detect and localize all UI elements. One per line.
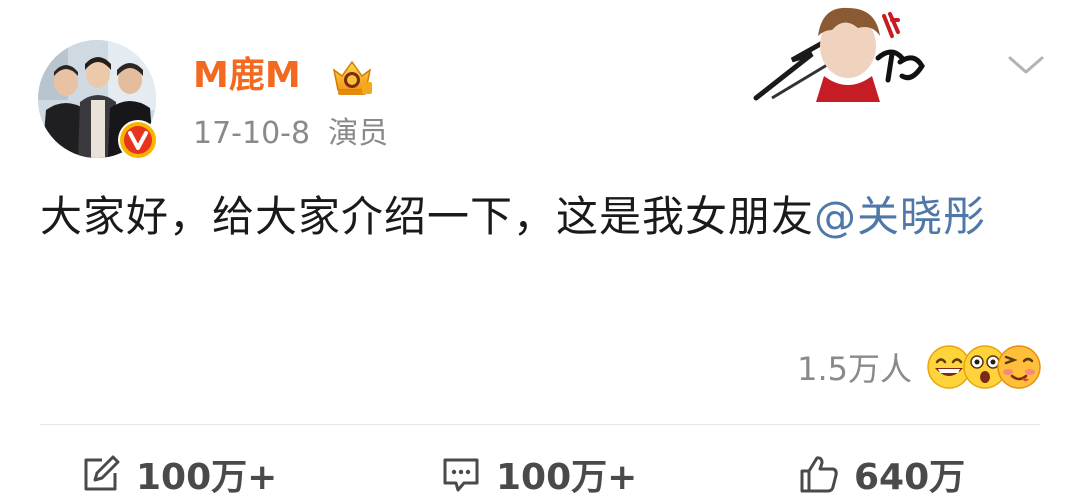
reaction-summary[interactable]: 1.5万人: [797, 342, 1042, 392]
comment-button[interactable]: 100万+: [440, 448, 637, 500]
like-button[interactable]: 640万: [798, 448, 965, 500]
post-text: 大家好，给大家介绍一下，这是我女朋友: [40, 192, 815, 241]
thumbs-up-icon: [798, 453, 840, 495]
decorative-card-art-icon[interactable]: [752, 2, 932, 102]
post-content: 大家好，给大家介绍一下，这是我女朋友@关晓彤: [40, 186, 1040, 248]
repost-count: 100万+: [136, 457, 278, 498]
like-count: 640万: [854, 457, 966, 498]
user-mention-link[interactable]: @关晓彤: [814, 192, 986, 241]
chevron-down-icon[interactable]: [1004, 50, 1048, 80]
comment-count: 100万+: [496, 457, 638, 498]
reaction-count: 1.5万人: [797, 350, 912, 388]
repost-edit-icon: [80, 453, 122, 495]
post-source: 演员: [328, 116, 389, 151]
post-date: 17-10-8: [193, 116, 311, 151]
divider: [40, 424, 1040, 425]
comment-icon: [440, 453, 482, 495]
vip-crown-icon[interactable]: [328, 56, 376, 98]
post-meta: 17-10-8 演员: [193, 114, 388, 154]
author-name[interactable]: M鹿M: [193, 52, 301, 100]
verified-badge-icon: [118, 120, 158, 160]
repost-button[interactable]: 100万+: [80, 448, 277, 500]
reaction-emoji-stack: [926, 342, 1042, 392]
wink-emoji-icon: [996, 344, 1042, 390]
weibo-post-card: M鹿M 17-10-8 演员 大家好，给大家介绍一下，这是我女朋友@关晓彤 1.…: [0, 0, 1080, 500]
